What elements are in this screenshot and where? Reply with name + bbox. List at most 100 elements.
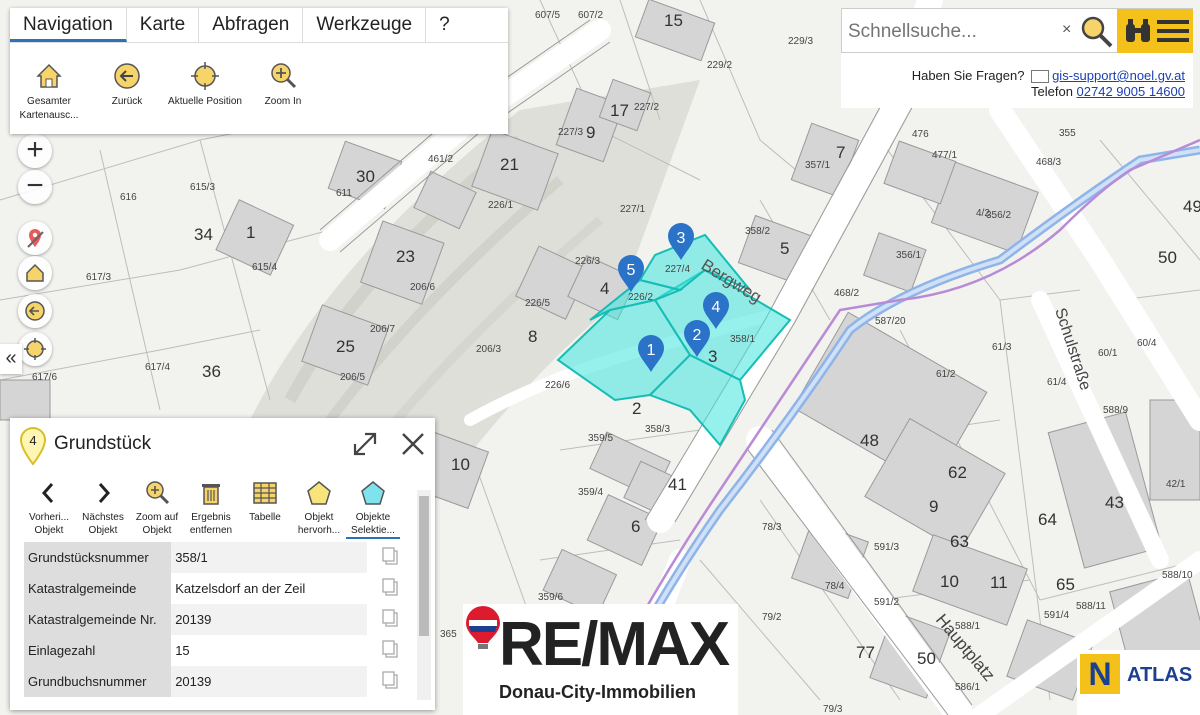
parcel-number-label: 476 <box>912 129 929 140</box>
parcel-number-label: 8 <box>528 327 537 346</box>
full-extent-label: Gesamter Kartenausc... <box>19 96 79 121</box>
marker-badge-number: 4 <box>29 433 36 448</box>
parcel-number-label: 355 <box>1059 128 1076 139</box>
current-position-button[interactable]: Aktuelle Position <box>166 61 244 123</box>
parcel-number-label: 227/4 <box>665 264 690 275</box>
copy-button[interactable] <box>367 573 410 604</box>
parcel-number-label: 79/2 <box>762 612 782 623</box>
parcel-number-label: 206/3 <box>476 344 501 355</box>
next-object-button[interactable]: Nächstes Objekt <box>76 480 130 539</box>
parcel-info-panel: 4 Grundstück Vorheri... Objekt Nächstes … <box>10 418 435 710</box>
parcel-number-label: 586/1 <box>955 682 980 693</box>
parcel-number-label: 226/6 <box>545 380 570 391</box>
phone-label: Telefon <box>1031 84 1073 99</box>
parcel-number-label: 226/5 <box>525 298 550 309</box>
support-email-link[interactable]: gis-support@noel.gv.at <box>1052 68 1185 83</box>
zoom-in-tool-button[interactable]: Zoom In <box>244 61 322 123</box>
support-phone-link[interactable]: 02742 9005 14600 <box>1077 84 1185 99</box>
parcel-number-label: 359/5 <box>588 433 613 444</box>
locate-icon <box>24 338 46 360</box>
copy-icon <box>382 640 399 658</box>
select-objects-button[interactable]: Objekte Selektie... <box>346 480 400 539</box>
chevron-right-icon <box>98 483 111 503</box>
noe-atlas-mark: N <box>1080 654 1120 694</box>
copy-button[interactable] <box>367 542 410 573</box>
copy-icon <box>382 609 399 627</box>
parcel-number-label: 477/1 <box>932 150 957 161</box>
copy-button[interactable] <box>367 635 410 666</box>
atlas-wordmark: ATLAS <box>1127 664 1193 686</box>
parcel-number-label: 227/1 <box>620 204 645 215</box>
chevron-left-icon <box>41 483 54 503</box>
scrollbar-thumb[interactable] <box>419 496 429 636</box>
marker-number: 5 <box>627 262 636 279</box>
copy-button[interactable] <box>367 666 410 697</box>
parcel-number-label: 61/2 <box>936 369 956 380</box>
parcel-number-label: 6 <box>631 517 640 536</box>
remove-result-button[interactable]: Ergebnis entfernen <box>184 480 238 539</box>
parcel-number-label: 227/3 <box>558 127 583 138</box>
attribute-key: Einlagezahl <box>24 635 172 666</box>
back-button[interactable]: Zurück <box>88 61 166 123</box>
search-clear-button[interactable]: × <box>1062 21 1071 39</box>
parcel-number-label: 365 <box>440 629 457 640</box>
parcel-number-label: 60/1 <box>1098 348 1118 359</box>
back-icon <box>25 301 45 321</box>
search-input[interactable] <box>846 17 1060 47</box>
collapse-panel-button[interactable]: « <box>0 344 22 374</box>
attribute-row: Grundstücksnummer 358/1 <box>24 542 410 573</box>
table-icon <box>253 482 277 504</box>
parcel-number-label: 65 <box>1056 575 1075 594</box>
parcel-number-label: 591/4 <box>1044 610 1069 621</box>
copy-icon <box>382 671 399 689</box>
parcel-number-label: 359/4 <box>578 487 603 498</box>
parcel-number-label: 50 <box>1158 248 1177 267</box>
search-panel: × Haben Sie Fragen? gis-support@noel.gv.… <box>841 8 1193 108</box>
tab-help[interactable]: ? <box>426 8 463 42</box>
parcel-number-label: 78/3 <box>762 522 782 533</box>
next-object-label: Nächstes Objekt <box>82 512 124 536</box>
tab-werkzeuge[interactable]: Werkzeuge <box>303 8 427 42</box>
copy-button[interactable] <box>367 604 410 635</box>
tab-abfragen[interactable]: Abfragen <box>199 8 304 42</box>
parcel-number-label: 611 <box>336 188 352 199</box>
remax-wordmark: RE/MAX <box>499 610 730 679</box>
attribute-row: Grundbuchsnummer 20139 <box>24 666 410 697</box>
clear-location-button[interactable] <box>18 221 52 255</box>
table-button[interactable]: Tabelle <box>238 480 292 539</box>
search-icon[interactable] <box>1078 13 1114 49</box>
highlight-object-button[interactable]: Objekt hervorh... <box>292 480 346 539</box>
panel-scrollbar[interactable] <box>417 490 431 700</box>
parcel-number-label: 461/2 <box>428 154 453 165</box>
help-question: Haben Sie Fragen? <box>911 68 1025 83</box>
close-icon[interactable] <box>400 431 426 457</box>
attribute-key: Grundstücksnummer <box>24 542 172 573</box>
home-map-button[interactable] <box>18 256 52 290</box>
tab-navigation[interactable]: Navigation <box>10 8 127 42</box>
locate-map-button[interactable] <box>18 332 52 366</box>
parcel-number-label: 62 <box>948 463 967 482</box>
zoom-out-label: − <box>26 169 44 202</box>
parcel-number-label: 356/1 <box>896 250 921 261</box>
attribute-value: 15 <box>175 643 190 658</box>
parcel-number-label: 359/6 <box>538 592 563 603</box>
table-label: Tabelle <box>249 512 281 523</box>
zoom-to-object-button[interactable]: Zoom auf Objekt <box>130 480 184 539</box>
parcel-number-label: 615/4 <box>252 262 277 273</box>
parcel-number-label: 41 <box>668 475 687 494</box>
parcel-number-label: 229/2 <box>707 60 732 71</box>
previous-object-button[interactable]: Vorheri... Objekt <box>22 480 76 539</box>
parcel-number-label: 607/5 <box>535 10 560 21</box>
parcel-number-label: 591/3 <box>874 542 899 553</box>
parcel-number-label: 1 <box>246 223 255 242</box>
menu-button[interactable] <box>1117 9 1193 53</box>
zoom-out-button[interactable]: − <box>18 170 52 204</box>
full-extent-button[interactable]: Gesamter Kartenausc... <box>10 61 88 123</box>
highlight-object-label: Objekt hervorh... <box>297 512 341 536</box>
parcel-number-label: 79/3 <box>823 704 843 715</box>
expand-icon[interactable] <box>352 431 378 457</box>
back-map-button[interactable] <box>18 294 52 328</box>
zoom-in-button[interactable]: + <box>18 134 52 168</box>
tab-karte[interactable]: Karte <box>127 8 200 42</box>
search-bar: × <box>841 8 1193 53</box>
